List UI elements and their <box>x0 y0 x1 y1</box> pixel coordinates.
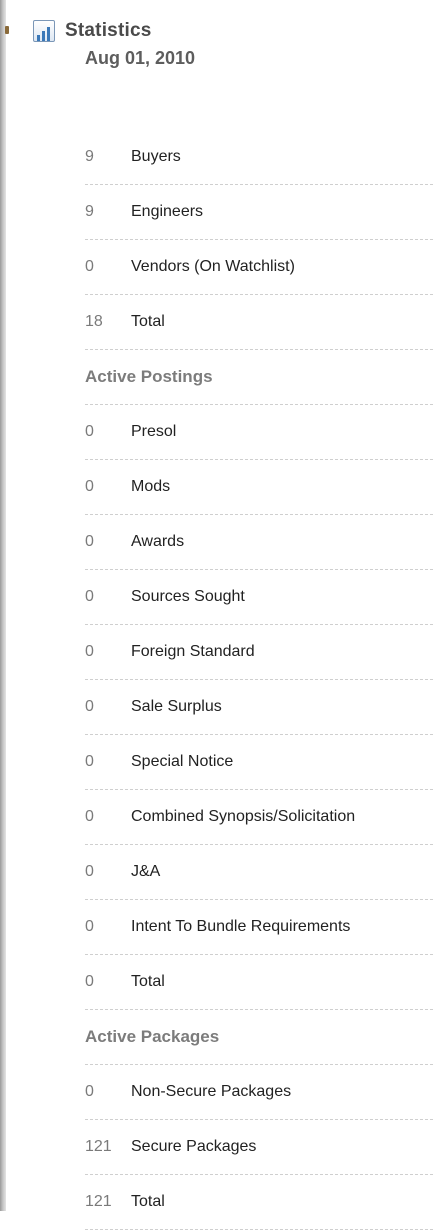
stats-list: 9 Buyers 9 Engineers 0 Vendors (On Watchlist)… <box>85 130 433 1230</box>
stat-count: 0 <box>85 863 94 880</box>
stat-row: 121 Total <box>85 1175 433 1230</box>
stat-count: 18 <box>85 313 103 330</box>
stat-row: 18 Total <box>85 295 433 350</box>
section-header: Active Packages <box>85 1010 433 1065</box>
panel-title: Statistics <box>65 20 152 41</box>
stat-label: Total <box>131 1193 165 1210</box>
stat-count: 0 <box>85 753 94 770</box>
stat-row: 9 Buyers <box>85 130 433 185</box>
stat-row: 9 Engineers <box>85 185 433 240</box>
stat-label: Combined Synopsis/Solicitation <box>131 808 356 825</box>
stat-row: 0 Non-Secure Packages <box>85 1065 433 1120</box>
stat-row: 0 Total <box>85 955 433 1010</box>
stat-label: Intent To Bundle Requirements <box>131 918 351 935</box>
bar-chart-icon <box>33 20 55 42</box>
stat-count: 121 <box>85 1193 112 1210</box>
stat-count: 0 <box>85 423 94 440</box>
stats-date: Aug 01, 2010 <box>85 48 196 68</box>
stat-label: Secure Packages <box>131 1138 257 1155</box>
stat-label: Non-Secure Packages <box>131 1083 292 1100</box>
section-header: Active Postings <box>85 350 433 405</box>
stat-label: Engineers <box>131 203 204 220</box>
stat-label: J&A <box>131 863 161 880</box>
stat-label: Presol <box>131 423 177 440</box>
stat-row: 0 Awards <box>85 515 433 570</box>
stat-label: Vendors (On Watchlist) <box>131 258 295 275</box>
stat-label: Total <box>131 313 165 330</box>
stat-row: 0 Sale Surplus <box>85 680 433 735</box>
stat-row: 0 Presol <box>85 405 433 460</box>
stat-row: 0 Intent To Bundle Requirements <box>85 900 433 955</box>
stat-label: Buyers <box>131 148 181 165</box>
stat-count: 0 <box>85 478 94 495</box>
stat-label: Mods <box>131 478 171 495</box>
stat-label: Sources Sought <box>131 588 245 605</box>
stat-count: 9 <box>85 203 94 220</box>
stat-count: 0 <box>85 698 94 715</box>
stat-row: 0 Sources Sought <box>85 570 433 625</box>
stat-row: 121 Secure Packages <box>85 1120 433 1175</box>
stat-count: 0 <box>85 973 94 990</box>
stat-label: Total <box>131 973 165 990</box>
stat-label: Special Notice <box>131 753 234 770</box>
stat-row: 0 Special Notice <box>85 735 433 790</box>
stat-count: 0 <box>85 258 94 275</box>
stat-label: Sale Surplus <box>131 698 222 715</box>
stat-count: 0 <box>85 588 94 605</box>
statistics-header: Statistics <box>33 18 151 44</box>
statistics-panel: Statistics Aug 01, 2010 9 Buyers 9 Engineer… <box>6 0 433 1230</box>
stat-row: 0 J&A <box>85 845 433 900</box>
stat-row: 0 Vendors (On Watchlist) <box>85 240 433 295</box>
stat-count: 121 <box>85 1138 112 1155</box>
stat-row: 0 Combined Synopsis/Solicitation <box>85 790 433 845</box>
stat-count: 0 <box>85 808 94 825</box>
stat-count: 0 <box>85 1083 94 1100</box>
stat-count: 0 <box>85 643 94 660</box>
stat-row: 0 Foreign Standard <box>85 625 433 680</box>
stat-label: Foreign Standard <box>131 643 255 660</box>
stat-row: 0 Mods <box>85 460 433 515</box>
stat-count: 0 <box>85 533 94 550</box>
stat-count: 0 <box>85 918 94 935</box>
stat-count: 9 <box>85 148 94 165</box>
stat-label: Awards <box>131 533 185 550</box>
